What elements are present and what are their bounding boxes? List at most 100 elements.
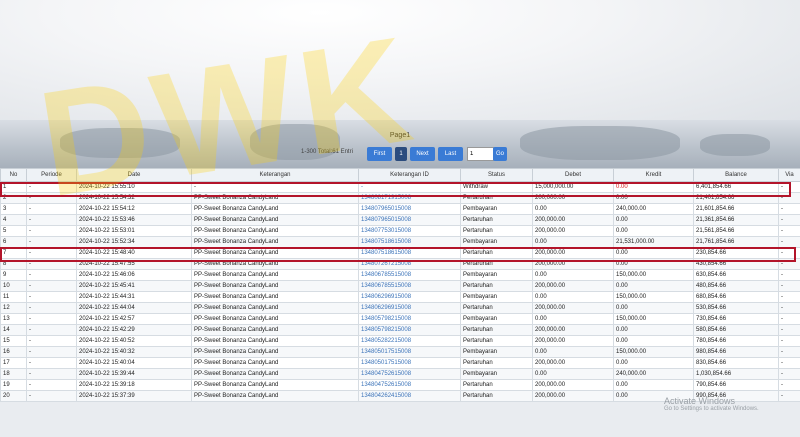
pagination-bar: Page1 1-300 Total:61 Entri First 1 Next … [0,128,800,168]
cell-keterangan: PP-Sweet Bonanza CandyLand [191,236,359,248]
cell-no: 4 [0,214,27,226]
column-header-periode[interactable]: Periode [26,168,77,182]
cell-no: 20 [0,390,27,402]
cell-via: - [778,357,800,369]
last-page-button[interactable]: Last [438,147,463,161]
cell-balance: 480,854.66 [693,280,779,292]
cell-keterangan-id[interactable]: 134807965015008 [358,203,461,215]
table-row[interactable]: 19-2024-10-22 15:39:18 PP-Sweet Bonanza C… [0,379,800,391]
cell-periode: - [26,181,77,193]
go-button[interactable]: Go [493,147,507,161]
column-header-kredit[interactable]: Kredit [613,168,694,182]
cell-keterangan-id[interactable]: 134804752615008 [358,379,461,391]
cell-status: Pertaruhan [460,214,533,226]
cell-via: - [778,258,800,270]
cell-kredit: 0.00 [613,181,694,193]
cell-periode: - [26,214,77,226]
column-header-no[interactable]: No [0,168,27,182]
cell-keterangan-id[interactable]: 134806785515008 [358,280,461,292]
cell-status: Pembayaran [460,313,533,325]
cell-status: Pertaruhan [460,225,533,237]
table-row[interactable]: 18-2024-10-22 15:39:44 PP-Sweet Bonanza C… [0,368,800,380]
cell-keterangan-id[interactable]: 134804752615008 [358,368,461,380]
column-header-date[interactable]: Date [76,168,192,182]
cell-keterangan-id[interactable]: 134805798215008 [358,313,461,325]
cell-balance: 21,561,854.66 [693,225,779,237]
cell-date: 2024-10-22 15:46:06 [76,269,192,281]
cell-no: 2 [0,192,27,204]
cell-keterangan-id[interactable]: 134807753015008 [358,225,461,237]
column-header-debet[interactable]: Debet [532,168,614,182]
cell-keterangan-id[interactable]: 134805017515008 [358,357,461,369]
cell-keterangan-id[interactable]: 134806785515008 [358,269,461,281]
cell-keterangan-id[interactable]: 134805017515008 [358,346,461,358]
page-number-input[interactable] [467,147,494,161]
cell-via: - [778,302,800,314]
cell-keterangan-id[interactable]: 134806296915008 [358,302,461,314]
cell-debet: 0.00 [532,346,614,358]
first-page-button[interactable]: First [367,147,392,161]
cell-debet: 200,000.00 [532,214,614,226]
cell-no: 1 [0,181,27,193]
column-header-status[interactable]: Status [460,168,533,182]
table-row[interactable]: 9-2024-10-22 15:46:06 PP-Sweet Bonanza Ca… [0,269,800,281]
column-header-keterangan[interactable]: Keterangan [191,168,359,182]
cell-no: 3 [0,203,27,215]
column-header-keterangan-id[interactable]: Keterangan ID [358,168,461,182]
cell-status: Pertaruhan [460,357,533,369]
cell-debet: 200,000.00 [532,258,614,270]
cell-keterangan: PP-Sweet Bonanza CandyLand [191,302,359,314]
table-row[interactable]: 1-2024-10-22 15:55:10- - Withdraw 15,000,00… [0,181,800,193]
table-row[interactable]: 3-2024-10-22 15:54:12 PP-Sweet Bonanza Ca… [0,203,800,215]
cell-debet: 200,000.00 [532,302,614,314]
cell-periode: - [26,346,77,358]
table-row[interactable]: 6-2024-10-22 15:52:34 PP-Sweet Bonanza Ca… [0,236,800,248]
cell-status: Withdraw [460,181,533,193]
cell-via: - [778,214,800,226]
table-row[interactable]: 4-2024-10-22 15:53:46 PP-Sweet Bonanza Ca… [0,214,800,226]
cell-keterangan-id[interactable]: 134805798215008 [358,324,461,336]
cell-keterangan-id[interactable]: 134808171915008 [358,192,461,204]
cell-keterangan-id[interactable]: - [358,181,461,193]
column-header-balance[interactable]: Balance [693,168,779,182]
table-row[interactable]: 13-2024-10-22 15:42:57 PP-Sweet Bonanza C… [0,313,800,325]
cell-debet: 0.00 [532,269,614,281]
cell-keterangan-id[interactable]: 134807965015008 [358,214,461,226]
cell-status: Pertaruhan [460,324,533,336]
cell-periode: - [26,357,77,369]
cell-kredit: 240,000.00 [613,368,694,380]
next-page-button[interactable]: Next [410,147,435,161]
cell-kredit: 0.00 [613,302,694,314]
column-header-via[interactable]: Via [778,168,800,182]
table-row[interactable]: 12-2024-10-22 15:44:04 PP-Sweet Bonanza C… [0,302,800,314]
current-page-button[interactable]: 1 [395,147,407,161]
table-row[interactable]: 7-2024-10-22 15:48:40 PP-Sweet Bonanza Ca… [0,247,800,259]
table-row[interactable]: 17-2024-10-22 15:40:04 PP-Sweet Bonanza C… [0,357,800,369]
cell-balance: 730,854.66 [693,313,779,325]
table-row[interactable]: 16-2024-10-22 15:40:32 PP-Sweet Bonanza C… [0,346,800,358]
cell-keterangan-id[interactable]: 134806296915008 [358,291,461,303]
cell-kredit: 0.00 [613,214,694,226]
cell-keterangan-id[interactable]: 134807518615008 [358,247,461,259]
cell-periode: - [26,335,77,347]
table-header-row: No Periode Date Keterangan Keterangan ID… [0,168,800,182]
cell-keterangan-id[interactable]: 134807267215008 [358,258,461,270]
cell-no: 10 [0,280,27,292]
cell-keterangan-id[interactable]: 134805282215008 [358,335,461,347]
table-row[interactable]: 14-2024-10-22 15:42:29 PP-Sweet Bonanza C… [0,324,800,336]
table-row[interactable]: 15-2024-10-22 15:40:52 PP-Sweet Bonanza C… [0,335,800,347]
table-row[interactable]: 10-2024-10-22 15:45:41 PP-Sweet Bonanza C… [0,280,800,292]
table-row[interactable]: 11-2024-10-22 15:44:31 PP-Sweet Bonanza C… [0,291,800,303]
cell-date: 2024-10-22 15:37:39 [76,390,192,402]
table-row[interactable]: 5-2024-10-22 15:53:01 PP-Sweet Bonanza Ca… [0,225,800,237]
cell-no: 8 [0,258,27,270]
cell-via: - [778,390,800,402]
cell-date: 2024-10-22 15:53:46 [76,214,192,226]
cell-date: 2024-10-22 15:42:29 [76,324,192,336]
cell-no: 14 [0,324,27,336]
cell-keterangan-id[interactable]: 134807518615008 [358,236,461,248]
cell-keterangan-id[interactable]: 134804262415008 [358,390,461,402]
table-row[interactable]: 8-2024-10-22 15:47:55 PP-Sweet Bonanza Ca… [0,258,800,270]
table-row[interactable]: 2-2024-10-22 15:54:32 PP-Sweet Bonanza Ca… [0,192,800,204]
cell-debet: 0.00 [532,236,614,248]
